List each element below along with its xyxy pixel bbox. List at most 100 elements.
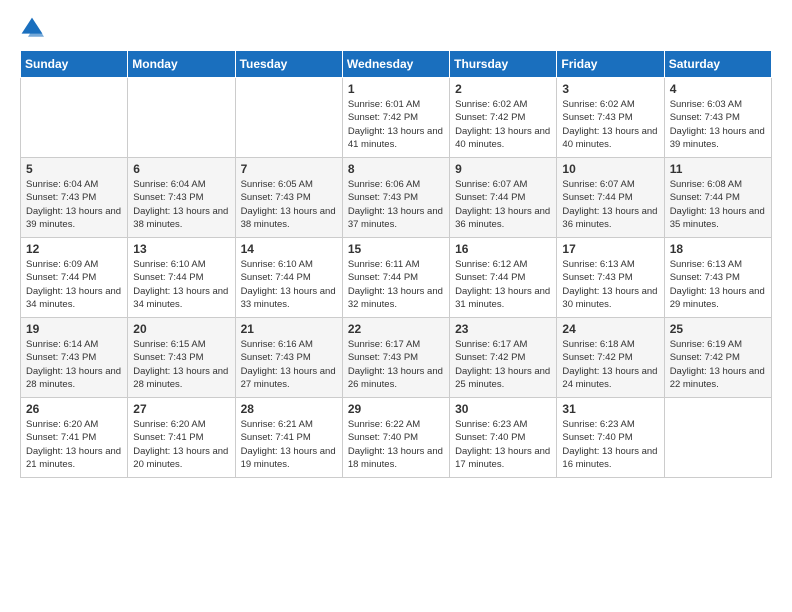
calendar-cell: 8Sunrise: 6:06 AM Sunset: 7:43 PM Daylig…: [342, 158, 449, 238]
day-info: Sunrise: 6:01 AM Sunset: 7:42 PM Dayligh…: [348, 98, 444, 151]
day-number: 21: [241, 322, 337, 336]
day-number: 1: [348, 82, 444, 96]
calendar-cell: 27Sunrise: 6:20 AM Sunset: 7:41 PM Dayli…: [128, 398, 235, 478]
calendar-cell: 4 Sunrise: 6:03 AM Sunset: 7:43 PM Daylig…: [664, 78, 771, 158]
calendar-cell: 20 Sunrise: 6:15 AM Sunset: 7:43 PM Dayli…: [128, 318, 235, 398]
day-info: Sunrise: 6:02 AM Sunset: 7:43 PM Dayligh…: [562, 98, 658, 151]
week-row-4: 26Sunrise: 6:20 AM Sunset: 7:41 PM Dayli…: [21, 398, 772, 478]
calendar-cell: 1 Sunrise: 6:01 AM Sunset: 7:42 PM Daylig…: [342, 78, 449, 158]
week-row-0: 1 Sunrise: 6:01 AM Sunset: 7:42 PM Daylig…: [21, 78, 772, 158]
day-info: Sunrise: 6:03 AM Sunset: 7:43 PM Dayligh…: [670, 98, 766, 151]
day-number: 17: [562, 242, 658, 256]
day-info: Sunrise: 6:13 AM Sunset: 7:43 PM Dayligh…: [562, 258, 658, 311]
calendar-cell: 29Sunrise: 6:22 AM Sunset: 7:40 PM Dayli…: [342, 398, 449, 478]
calendar-cell: 19 Sunrise: 6:14 AM Sunset: 7:43 PM Dayli…: [21, 318, 128, 398]
day-info: Sunrise: 6:12 AM Sunset: 7:44 PM Dayligh…: [455, 258, 551, 311]
day-info: Sunrise: 6:08 AM Sunset: 7:44 PM Dayligh…: [670, 178, 766, 231]
logo: [20, 16, 48, 40]
calendar-cell: 25 Sunrise: 6:19 AM Sunset: 7:42 PM Dayli…: [664, 318, 771, 398]
day-number: 16: [455, 242, 551, 256]
day-info: Sunrise: 6:23 AM Sunset: 7:40 PM Dayligh…: [455, 418, 551, 471]
day-info: Sunrise: 6:10 AM Sunset: 7:44 PM Dayligh…: [241, 258, 337, 311]
calendar-table: SundayMondayTuesdayWednesdayThursdayFrid…: [20, 50, 772, 478]
weekday-header-sunday: Sunday: [21, 51, 128, 78]
calendar-cell: 21 Sunrise: 6:16 AM Sunset: 7:43 PM Dayli…: [235, 318, 342, 398]
day-number: 22: [348, 322, 444, 336]
day-info: Sunrise: 6:10 AM Sunset: 7:44 PM Dayligh…: [133, 258, 229, 311]
calendar-cell: [664, 398, 771, 478]
calendar-cell: 5 Sunrise: 6:04 AM Sunset: 7:43 PM Daylig…: [21, 158, 128, 238]
day-number: 29: [348, 402, 444, 416]
day-info: Sunrise: 6:17 AM Sunset: 7:43 PM Dayligh…: [348, 338, 444, 391]
weekday-header-saturday: Saturday: [664, 51, 771, 78]
day-number: 3: [562, 82, 658, 96]
logo-icon: [20, 16, 44, 40]
day-info: Sunrise: 6:04 AM Sunset: 7:43 PM Dayligh…: [26, 178, 122, 231]
day-info: Sunrise: 6:13 AM Sunset: 7:43 PM Dayligh…: [670, 258, 766, 311]
calendar-cell: 31Sunrise: 6:23 AM Sunset: 7:40 PM Dayli…: [557, 398, 664, 478]
week-row-1: 5 Sunrise: 6:04 AM Sunset: 7:43 PM Daylig…: [21, 158, 772, 238]
calendar-cell: [235, 78, 342, 158]
day-number: 6: [133, 162, 229, 176]
calendar-cell: 6 Sunrise: 6:04 AM Sunset: 7:43 PM Daylig…: [128, 158, 235, 238]
calendar-cell: 17 Sunrise: 6:13 AM Sunset: 7:43 PM Dayli…: [557, 238, 664, 318]
calendar-cell: 15 Sunrise: 6:11 AM Sunset: 7:44 PM Dayli…: [342, 238, 449, 318]
day-number: 12: [26, 242, 122, 256]
calendar-cell: 10Sunrise: 6:07 AM Sunset: 7:44 PM Dayli…: [557, 158, 664, 238]
weekday-header-tuesday: Tuesday: [235, 51, 342, 78]
day-number: 4: [670, 82, 766, 96]
calendar-cell: 28Sunrise: 6:21 AM Sunset: 7:41 PM Dayli…: [235, 398, 342, 478]
day-number: 18: [670, 242, 766, 256]
calendar-cell: 18 Sunrise: 6:13 AM Sunset: 7:43 PM Dayli…: [664, 238, 771, 318]
calendar-cell: 16 Sunrise: 6:12 AM Sunset: 7:44 PM Dayli…: [450, 238, 557, 318]
day-number: 19: [26, 322, 122, 336]
calendar-cell: 12 Sunrise: 6:09 AM Sunset: 7:44 PM Dayli…: [21, 238, 128, 318]
day-info: Sunrise: 6:21 AM Sunset: 7:41 PM Dayligh…: [241, 418, 337, 471]
day-number: 2: [455, 82, 551, 96]
day-info: Sunrise: 6:09 AM Sunset: 7:44 PM Dayligh…: [26, 258, 122, 311]
page: SundayMondayTuesdayWednesdayThursdayFrid…: [0, 0, 792, 612]
day-number: 10: [562, 162, 658, 176]
day-number: 31: [562, 402, 658, 416]
calendar-cell: 11 Sunrise: 6:08 AM Sunset: 7:44 PM Dayli…: [664, 158, 771, 238]
header: [20, 16, 772, 40]
weekday-header-wednesday: Wednesday: [342, 51, 449, 78]
day-info: Sunrise: 6:19 AM Sunset: 7:42 PM Dayligh…: [670, 338, 766, 391]
day-info: Sunrise: 6:18 AM Sunset: 7:42 PM Dayligh…: [562, 338, 658, 391]
day-number: 20: [133, 322, 229, 336]
day-number: 13: [133, 242, 229, 256]
day-info: Sunrise: 6:02 AM Sunset: 7:42 PM Dayligh…: [455, 98, 551, 151]
calendar-cell: 26Sunrise: 6:20 AM Sunset: 7:41 PM Dayli…: [21, 398, 128, 478]
day-number: 7: [241, 162, 337, 176]
day-info: Sunrise: 6:14 AM Sunset: 7:43 PM Dayligh…: [26, 338, 122, 391]
calendar-cell: 3 Sunrise: 6:02 AM Sunset: 7:43 PM Daylig…: [557, 78, 664, 158]
day-number: 26: [26, 402, 122, 416]
weekday-header-monday: Monday: [128, 51, 235, 78]
day-info: Sunrise: 6:16 AM Sunset: 7:43 PM Dayligh…: [241, 338, 337, 391]
day-info: Sunrise: 6:04 AM Sunset: 7:43 PM Dayligh…: [133, 178, 229, 231]
weekday-header-row: SundayMondayTuesdayWednesdayThursdayFrid…: [21, 51, 772, 78]
calendar-cell: 7 Sunrise: 6:05 AM Sunset: 7:43 PM Daylig…: [235, 158, 342, 238]
calendar-cell: 30Sunrise: 6:23 AM Sunset: 7:40 PM Dayli…: [450, 398, 557, 478]
calendar-cell: 22 Sunrise: 6:17 AM Sunset: 7:43 PM Dayli…: [342, 318, 449, 398]
day-number: 24: [562, 322, 658, 336]
day-info: Sunrise: 6:06 AM Sunset: 7:43 PM Dayligh…: [348, 178, 444, 231]
week-row-3: 19 Sunrise: 6:14 AM Sunset: 7:43 PM Dayli…: [21, 318, 772, 398]
calendar-cell: 14 Sunrise: 6:10 AM Sunset: 7:44 PM Dayli…: [235, 238, 342, 318]
day-number: 25: [670, 322, 766, 336]
day-info: Sunrise: 6:17 AM Sunset: 7:42 PM Dayligh…: [455, 338, 551, 391]
day-number: 23: [455, 322, 551, 336]
day-number: 11: [670, 162, 766, 176]
day-info: Sunrise: 6:05 AM Sunset: 7:43 PM Dayligh…: [241, 178, 337, 231]
calendar-cell: 2 Sunrise: 6:02 AM Sunset: 7:42 PM Daylig…: [450, 78, 557, 158]
calendar-cell: 13 Sunrise: 6:10 AM Sunset: 7:44 PM Dayli…: [128, 238, 235, 318]
day-number: 14: [241, 242, 337, 256]
day-info: Sunrise: 6:11 AM Sunset: 7:44 PM Dayligh…: [348, 258, 444, 311]
weekday-header-friday: Friday: [557, 51, 664, 78]
day-number: 5: [26, 162, 122, 176]
weekday-header-thursday: Thursday: [450, 51, 557, 78]
day-number: 15: [348, 242, 444, 256]
calendar-cell: [128, 78, 235, 158]
day-info: Sunrise: 6:15 AM Sunset: 7:43 PM Dayligh…: [133, 338, 229, 391]
calendar-cell: 9Sunrise: 6:07 AM Sunset: 7:44 PM Daylig…: [450, 158, 557, 238]
